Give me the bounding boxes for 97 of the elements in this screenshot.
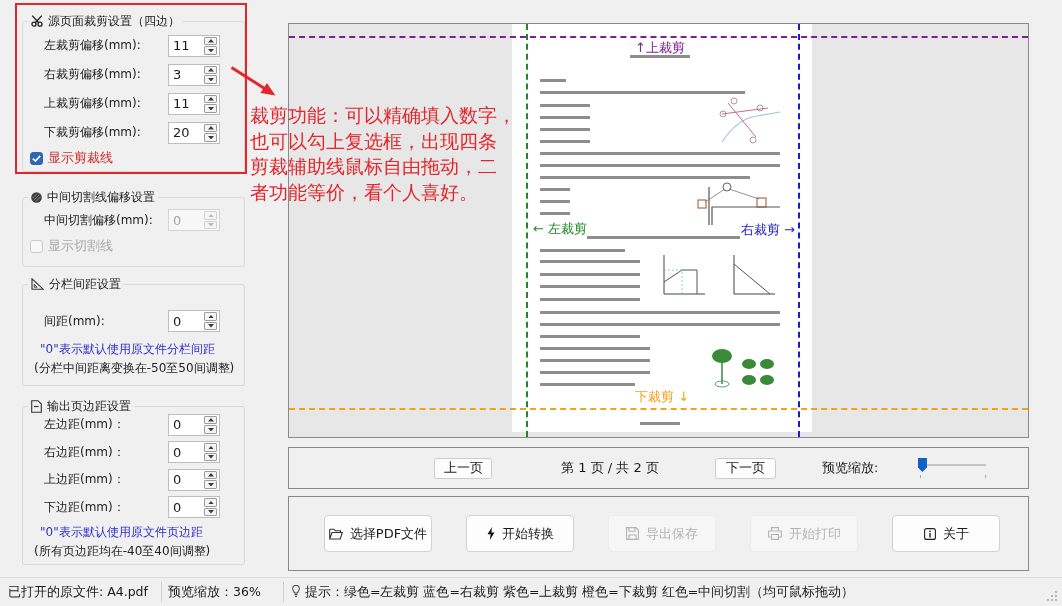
down-triangle-icon — [207, 223, 214, 227]
number-field[interactable]: 0 — [168, 441, 220, 464]
decrement-button[interactable] — [204, 104, 217, 113]
number-field[interactable]: 0 — [168, 413, 220, 436]
hint-text: "0"表示默认使用原文件分栏间距 — [39, 341, 216, 358]
field-label: 中间切割偏移(mm): — [44, 211, 154, 229]
decrement-button[interactable] — [204, 321, 217, 330]
file-status: 已打开的原文件: A4.pdf — [7, 583, 149, 601]
crop-line-label: 下裁剪 ↓ — [635, 389, 690, 405]
increment-button[interactable] — [204, 36, 217, 45]
up-triangle-icon — [207, 314, 214, 318]
decrement-button[interactable] — [204, 46, 217, 55]
down-triangle-icon — [207, 427, 214, 432]
hatched-disc-icon — [31, 191, 42, 203]
field-label: 右裁剪偏移(mm): — [44, 66, 142, 83]
callout-arrow — [230, 66, 277, 97]
decrement-button[interactable] — [204, 507, 217, 517]
annotation-text: 裁剪功能：可以精确填入数字， 也可以勾上复选框，出现四条 剪裁辅助线鼠标自由拖动，二 者功能等价，看个人喜好。 — [250, 103, 516, 205]
slider-thumb[interactable] — [917, 458, 927, 472]
checkmark-icon — [32, 154, 41, 162]
group-title: 中间切割线偏移设置 — [47, 188, 155, 206]
hint-status: 提示：绿色=左裁剪 蓝色=右裁剪 紫色=上裁剪 橙色=下裁剪 红色=中间切割（均可鼠标拖动） — [305, 583, 855, 601]
field-label: 左裁剪偏移(mm): — [44, 37, 142, 54]
crop-line-label: 右裁剪 → — [740, 222, 795, 238]
previous-page-button[interactable]: 上一页 — [434, 457, 492, 479]
increment-button[interactable] — [204, 312, 217, 321]
folder-icon — [328, 527, 343, 540]
field-label: 左边距(mm)： — [44, 416, 126, 434]
down-triangle-icon — [207, 48, 214, 52]
info-icon — [923, 527, 936, 540]
group-title: 输出页边距设置 — [47, 397, 131, 415]
number-field[interactable]: 11 — [168, 34, 220, 57]
floppy-disk-icon — [626, 527, 639, 540]
group-title: 分栏间距设置 — [49, 275, 121, 293]
up-triangle-icon — [207, 473, 214, 477]
zoom-label: 预览缩放: — [822, 459, 880, 477]
decrement-button[interactable] — [204, 75, 217, 84]
down-triangle-icon — [207, 510, 214, 514]
checkbox-label[interactable]: 显示剪裁线 — [48, 149, 113, 167]
down-triangle-icon — [207, 135, 214, 139]
document-icon — [31, 399, 42, 413]
page-indicator: 第 1 页 / 共 2 页 — [560, 459, 660, 477]
number-field[interactable]: 20 — [168, 121, 220, 144]
down-triangle-icon — [207, 455, 214, 459]
up-triangle-icon — [207, 445, 214, 450]
up-triangle-icon — [207, 97, 214, 101]
crop-line-label: ↑上裁剪 — [635, 40, 685, 56]
increment-button[interactable] — [204, 94, 217, 103]
down-triangle-icon — [207, 482, 214, 487]
up-triangle-icon — [207, 39, 214, 43]
up-triangle-icon — [207, 213, 214, 217]
up-triangle-icon — [207, 126, 214, 130]
number-field[interactable]: 0 — [168, 468, 220, 491]
field-label: 下边距(mm)： — [44, 498, 126, 516]
number-field[interactable]: 11 — [168, 92, 220, 115]
number-field[interactable]: 0 — [168, 310, 220, 332]
field-label: 上裁剪偏移(mm): — [44, 95, 142, 112]
range-note: (分栏中间距离变换在-50至50间调整) — [33, 360, 236, 377]
up-triangle-icon — [207, 500, 214, 505]
down-triangle-icon — [207, 324, 214, 328]
field-label: 间距(mm): — [44, 312, 106, 330]
action-button[interactable]: 选择PDF文件 — [324, 515, 432, 552]
light-bulb-icon — [292, 584, 300, 597]
resize-grip-icon[interactable] — [1047, 591, 1057, 601]
increment-button[interactable] — [204, 470, 217, 480]
increment-button[interactable] — [204, 498, 217, 507]
down-triangle-icon — [207, 106, 214, 110]
zoom-status: 预览缩放：36% — [168, 583, 262, 601]
up-triangle-icon — [207, 68, 214, 72]
decrement-button[interactable] — [204, 480, 217, 489]
action-button[interactable]: 关于 — [892, 515, 1000, 552]
group-title: 源页面裁剪设置（四边） — [48, 12, 180, 30]
crop-guide-line[interactable] — [289, 36, 1028, 38]
action-button[interactable]: 开始转换 — [466, 515, 574, 552]
decrement-button[interactable] — [204, 452, 217, 462]
increment-button[interactable] — [204, 415, 217, 425]
increment-button[interactable] — [204, 65, 217, 74]
scissors-icon — [31, 15, 43, 27]
printer-icon — [767, 527, 782, 540]
hint-text: "0"表示默认使用原文件页边距 — [39, 523, 204, 541]
decrement-button[interactable] — [204, 133, 217, 142]
increment-button[interactable] — [204, 123, 217, 132]
up-triangle-icon — [207, 418, 214, 422]
crop-line-label: ← 左裁剪 — [533, 221, 588, 237]
number-field[interactable]: 3 — [168, 63, 220, 86]
decrement-button[interactable] — [204, 425, 217, 434]
field-label: 上边距(mm)： — [44, 471, 126, 489]
down-triangle-icon — [207, 77, 214, 81]
field-label: 右边距(mm)： — [44, 443, 126, 461]
range-note: (所有页边距均在-40至40间调整) — [33, 542, 212, 560]
checkbox[interactable] — [30, 151, 43, 165]
number-field[interactable]: 0 — [168, 496, 220, 519]
triangle-ruler-icon — [31, 278, 44, 290]
lightning-icon — [486, 527, 495, 540]
increment-button[interactable] — [204, 443, 217, 452]
next-page-button[interactable]: 下一页 — [715, 457, 776, 479]
field-label: 下裁剪偏移(mm): — [44, 124, 142, 141]
